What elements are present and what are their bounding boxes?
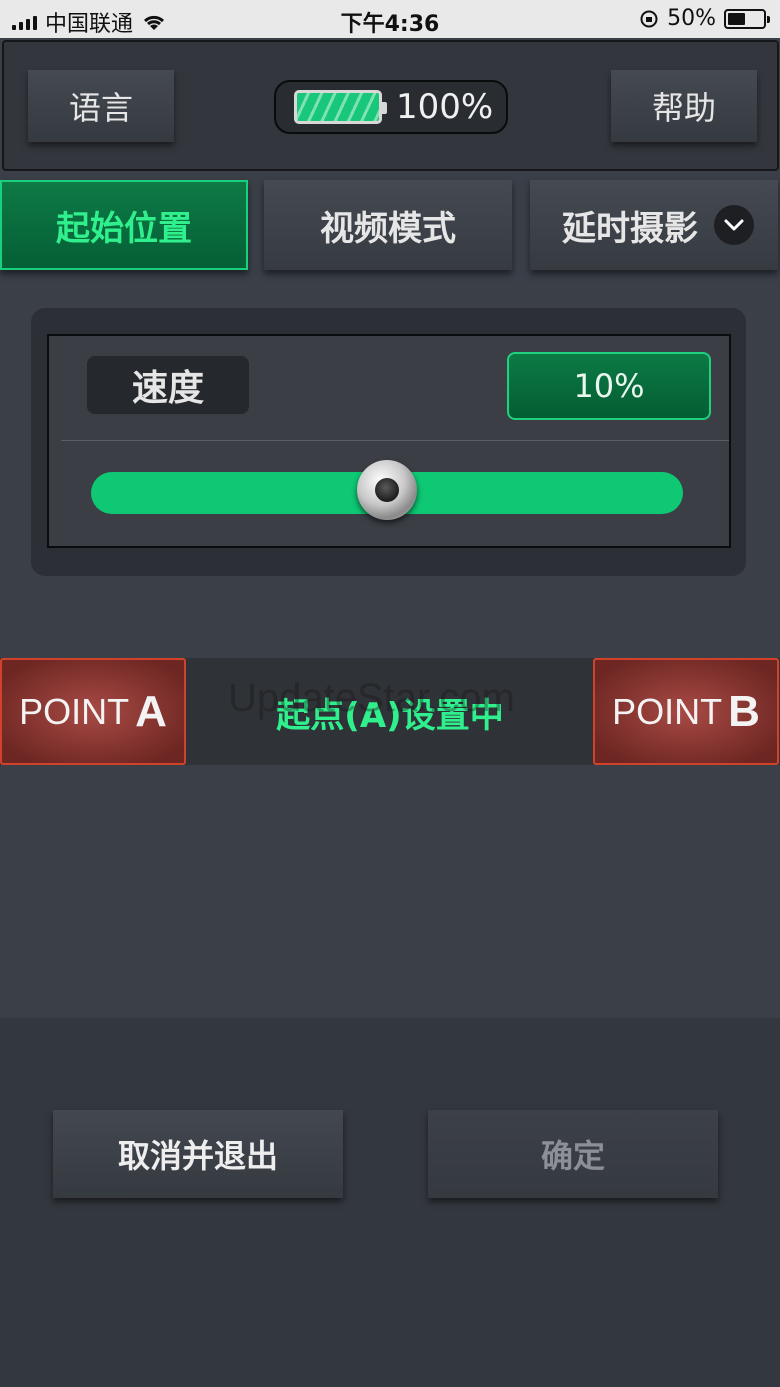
language-button[interactable]: 语言 [28, 70, 174, 142]
speed-slider-handle[interactable] [357, 460, 417, 520]
tab-video-mode[interactable]: 视频模式 [264, 180, 512, 270]
tab-timelapse-label: 延时摄影 [562, 208, 698, 249]
speed-label: 速度 [87, 356, 249, 414]
speed-card: 速度 10% [47, 334, 731, 548]
battery-icon [724, 8, 770, 29]
point-a-letter: A [135, 686, 167, 736]
point-b-button[interactable]: POINT B [593, 658, 779, 765]
divider [61, 440, 729, 441]
confirm-button[interactable]: 确定 [428, 1110, 718, 1198]
rotation-lock-icon [640, 10, 658, 27]
speed-value-display: 10% [507, 352, 711, 420]
point-a-button[interactable]: POINT A [0, 658, 186, 765]
point-b-letter: B [728, 686, 760, 736]
device-battery-indicator: 100% [274, 80, 508, 134]
help-button[interactable]: 帮助 [611, 70, 757, 142]
status-bar: 中国联通 下午4:36 50% [0, 0, 780, 38]
chevron-down-icon[interactable] [714, 205, 754, 245]
speed-panel: 速度 10% [31, 308, 746, 576]
cancel-exit-button[interactable]: 取消并退出 [53, 1110, 343, 1198]
point-b-prefix: POINT [612, 690, 723, 732]
top-toolbar: 语言 100% 帮助 [2, 40, 779, 171]
point-a-prefix: POINT [19, 690, 130, 732]
device-battery-text: 100% [396, 87, 494, 127]
status-right: 50% [639, 6, 770, 31]
battery-level-fill [728, 12, 745, 25]
battery-percent: 50% [667, 6, 716, 31]
tab-start-position[interactable]: 起始位置 [0, 180, 248, 270]
device-battery-icon [294, 90, 387, 124]
footer-area: 取消并退出 确定 [0, 1018, 780, 1387]
tab-timelapse[interactable]: 延时摄影 [530, 180, 778, 270]
watermark: UpdateStar.com [228, 676, 515, 720]
